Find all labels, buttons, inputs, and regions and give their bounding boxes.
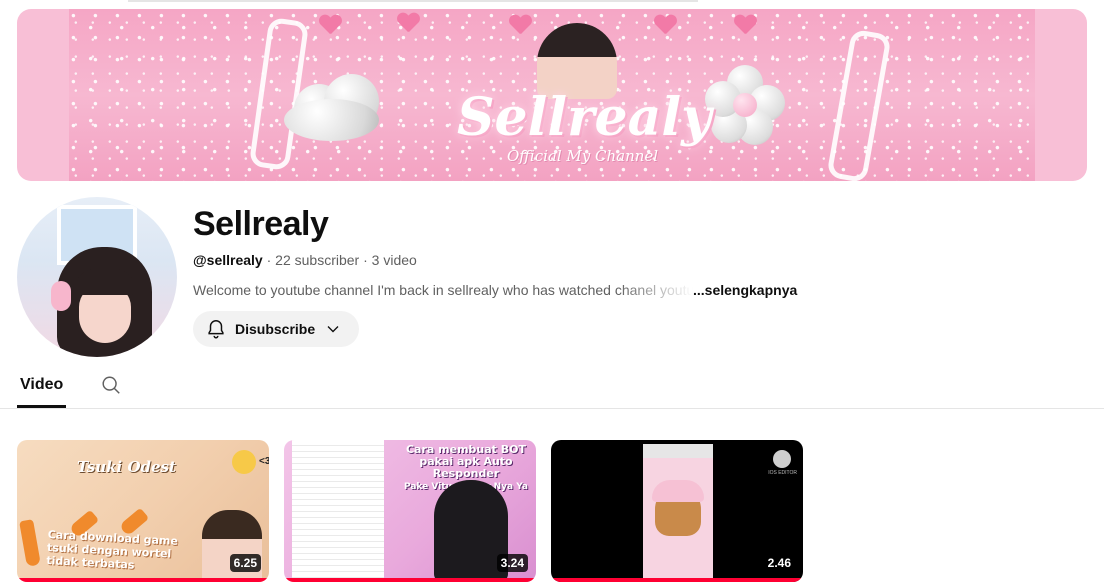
channel-description[interactable]: Welcome to youtube channel I'm back in s… — [193, 282, 797, 298]
banner-subtitle: Official My Channel — [507, 147, 659, 165]
bell-icon — [205, 318, 227, 340]
flower-decoration — [705, 65, 785, 145]
hat-illustration — [652, 480, 704, 502]
avatar-bangs — [75, 269, 135, 295]
channel-handle: @sellrealy — [193, 252, 263, 268]
meta-separator: · — [359, 252, 372, 268]
channel-tabs: Video — [17, 370, 122, 408]
meta-separator: · — [262, 252, 276, 268]
description-text: Welcome to youtube channel I'm back in s… — [193, 282, 693, 298]
search-icon[interactable] — [100, 374, 122, 401]
subscriber-count: 22 subscriber — [275, 252, 360, 268]
thumbnail-title: Tsuki Odest — [77, 458, 176, 476]
headphones-illustration — [51, 281, 71, 311]
cloud-decoration — [284, 64, 384, 144]
watched-progress-bar — [551, 578, 803, 582]
carrot-icon — [19, 519, 41, 567]
smiley-icon — [232, 450, 256, 474]
editor-logo-icon — [773, 450, 791, 468]
video-duration: 6.25 — [229, 554, 261, 572]
document-screenshot — [292, 440, 384, 582]
banner-artwork: Sellrealy Official My Channel — [69, 9, 1035, 181]
thumbnail-caption: Cara download game tsuki dengan wortel t… — [46, 528, 179, 572]
heart-decoration — [654, 15, 676, 37]
wave-decoration — [826, 28, 892, 181]
thumbnail-title-line: Cara membuat BOT pakai apk Auto Responde… — [405, 443, 526, 480]
tab-video[interactable]: Video — [17, 370, 67, 408]
chevron-down-icon — [323, 319, 343, 339]
heart-decoration — [734, 15, 756, 37]
heart-decoration — [319, 15, 341, 37]
video-thumbnail[interactable]: IOS EDITOR 2.46 — [551, 440, 803, 582]
banner-title: Sellrealy — [457, 87, 712, 148]
channel-avatar[interactable] — [17, 197, 177, 357]
video-duration: 3.24 — [496, 554, 528, 572]
watched-progress-bar — [17, 578, 269, 582]
top-divider — [128, 0, 698, 2]
channel-banner: Sellrealy Official My Channel — [17, 9, 1087, 181]
watched-progress-bar — [284, 578, 536, 582]
thumbnail-badge: <3 — [259, 456, 269, 467]
channel-meta: @sellrealy · 22 subscriber · 3 video — [193, 252, 417, 268]
game-toolbar — [643, 444, 713, 458]
more-link[interactable]: ...selengkapnya — [693, 282, 797, 298]
subscribed-button[interactable]: Disubscribe — [193, 311, 360, 347]
video-thumbnail[interactable]: Tsuki Odest <3 Cara download game tsuki … — [17, 440, 269, 582]
channel-name: Sellrealy — [193, 205, 329, 243]
tabs-divider — [0, 408, 1104, 409]
video-thumbnail[interactable]: Cara membuat BOT pakai apk Auto Responde… — [284, 440, 536, 582]
editor-watermark: IOS EDITOR — [768, 470, 797, 476]
heart-decoration — [397, 13, 419, 35]
video-count: 3 video — [371, 252, 417, 268]
subscribe-label: Disubscribe — [235, 321, 316, 337]
video-duration: 2.46 — [763, 554, 795, 572]
heart-decoration — [509, 15, 531, 37]
